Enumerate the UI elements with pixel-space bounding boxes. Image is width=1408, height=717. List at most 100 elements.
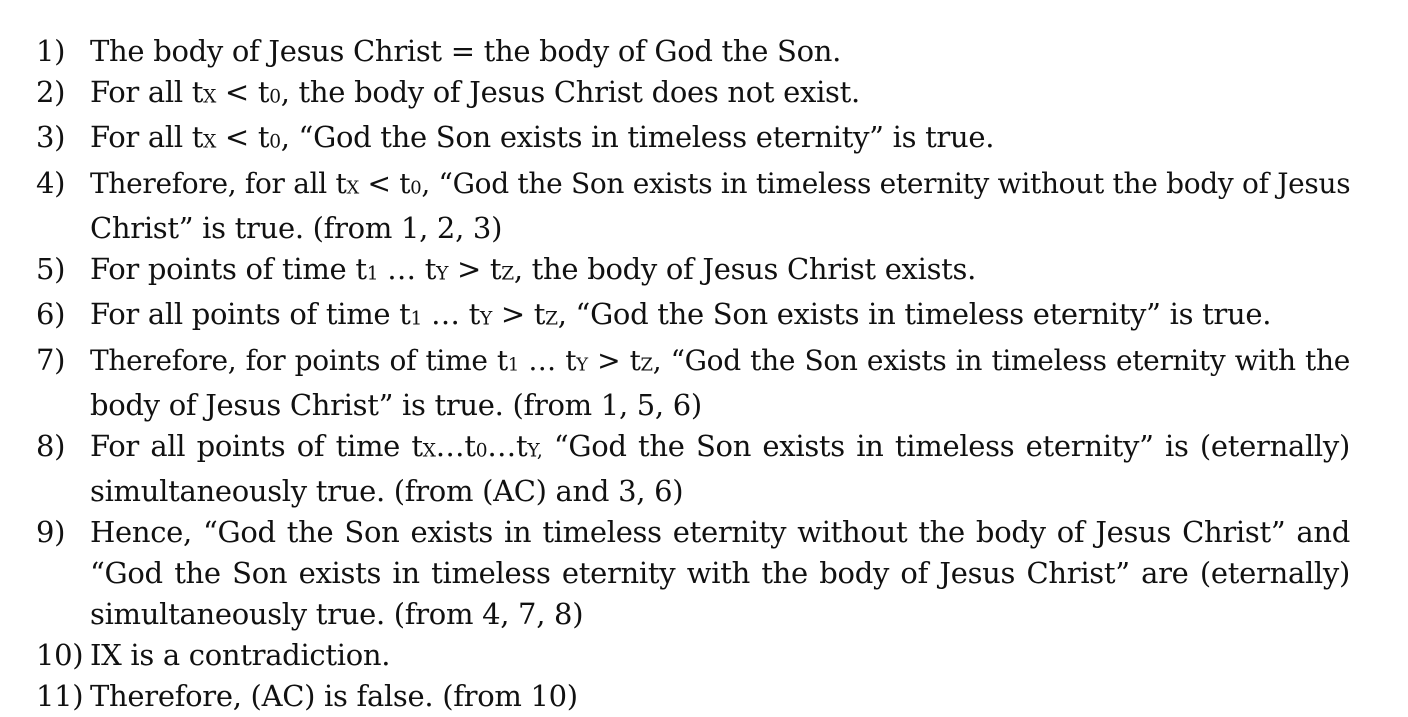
text-line: Christ” is true. (from 1, 2, 3) [90,208,1350,249]
subscript: Z [640,354,653,376]
item-number: 7) [36,342,66,377]
list-item: 11) Therefore, (AC) is false. (from 10) [36,676,1350,717]
text-segment: Hence, “God the Son exists in timeless e… [90,515,1350,550]
item-number: 8) [36,429,66,464]
item-text: Therefore, (AC) is false. (from 10) [90,676,1350,717]
item-number: 9) [36,515,66,550]
subscript: Y [479,308,492,330]
list-item: 6) For all points of time t1 … tY > tZ, “… [36,294,1350,339]
text-segment: , the body of Jesus Christ exists. [513,252,977,287]
text-line: Therefore, (AC) is false. (from 10) [90,676,1350,717]
item-text: Therefore, for all tX < t0, “God the Son… [90,163,1351,249]
list-item: 3) For all tX < t0, “God the Son exists i… [36,117,1350,162]
text-segment: …t [435,429,476,464]
text-line: For points of time t1 … tY > tZ, the bod… [90,249,1350,294]
item-text: The body of Jesus Christ = the body of G… [90,31,1350,72]
text-line: simultaneously true. (from 4, 7, 8) [90,594,1350,635]
text-segment: < t [216,75,270,109]
text-line: simultaneously true. (from (AC) and 3, 6… [90,471,1350,512]
subscript: X [346,177,359,199]
list-item: 5) For points of time t1 … tY > tZ, the b… [36,249,1350,294]
text-line: Therefore, for all tX < t0, “God the Son… [90,163,1351,208]
text-segment: simultaneously true. (from (AC) and 3, 6… [90,474,684,509]
item-text: For all points of time t1 … tY > tZ, “Go… [90,294,1350,339]
subscript: Y [576,354,588,376]
item-text: Hence, “God the Son exists in timeless e… [90,512,1350,635]
text-line: For all tX < t0, “God the Son exists in … [90,117,1350,162]
list-item: 2) For all tX < t0, the body of Jesus Chr… [36,72,1350,117]
text-segment: , “God the Son exists in timeless eterni… [421,166,1351,200]
text-line: The body of Jesus Christ = the body of G… [90,31,1350,72]
subscript: Z [545,308,558,330]
subscript: Y [436,263,449,285]
text-segment: … t [422,297,480,332]
text-segment: For all points of time t [90,297,411,332]
item-number: 3) [36,120,66,155]
subscript: X [422,440,436,462]
list-item: 4) Therefore, for all tX < t0, “God the S… [36,163,1351,249]
text-segment: , “God the Son exists in timeless eterni… [557,297,1272,332]
text-segment: Therefore, for all t [90,166,347,200]
text-segment: > t [491,297,546,332]
list-item: 1) The body of Jesus Christ = the body of… [36,31,1350,72]
item-number: 5) [36,252,66,287]
text-segment: < t [358,166,411,200]
text-segment: IX is a contradiction. [90,638,391,673]
text-segment: For all t [90,75,204,109]
item-text: For points of time t1 … tY > tZ, the bod… [90,249,1350,294]
item-number: 6) [36,297,66,332]
subscript: 0 [410,177,422,199]
subscript: X [203,131,216,153]
text-segment: , “God the Son exists in timeless eterni… [652,343,1351,377]
item-text: For all tX < t0, the body of Jesus Chris… [90,72,1350,117]
text-segment: body of Jesus Christ” is true. (from 1, … [90,388,702,423]
subscript: 1 [410,308,423,330]
text-segment: > t [587,343,641,377]
item-number: 2) [36,75,66,109]
item-text: Therefore, for points of time t1 … tY > … [90,340,1350,426]
text-line: For all points of time tX…t0…tY, “God th… [90,426,1350,471]
text-segment: , the body of Jesus Christ does not exis… [280,75,861,109]
subscript: 1 [366,263,379,285]
item-text: For all points of time tX…t0…tY, “God th… [90,426,1350,512]
subscript: Z [501,263,514,285]
text-segment: “God the Son exists in timeless eternity… [542,429,1350,464]
text-segment: < t [216,120,270,155]
text-line: body of Jesus Christ” is true. (from 1, … [90,385,1350,426]
text-segment: The body of Jesus Christ = the body of G… [90,34,842,68]
item-number: 1) [36,34,66,68]
subscript: X [203,86,216,108]
text-segment: For points of time t [90,252,367,287]
subscript: 0 [475,440,488,462]
item-text: IX is a contradiction. [90,635,1350,676]
text-line: Therefore, for points of time t1 … tY > … [90,340,1350,385]
text-line: IX is a contradiction. [90,635,1350,676]
list-item: 9) Hence, “God the Son exists in timeless… [36,512,1350,635]
text-segment: For all points of time t [90,429,423,464]
text-segment: Therefore, (AC) is false. (from 10) [90,679,578,714]
subscript: 1 [507,354,519,376]
text-line: Hence, “God the Son exists in timeless e… [90,512,1350,553]
item-number: 10) [36,638,84,673]
argument-list: 1) The body of Jesus Christ = the body of… [36,31,1351,717]
text-segment: simultaneously true. (from 4, 7, 8) [90,597,584,632]
item-number: 11) [36,679,84,714]
list-item: 8) For all points of time tX…t0…tY, “God … [36,426,1350,512]
text-line: For all points of time t1 … tY > tZ, “Go… [90,294,1350,339]
text-segment: , “God the Son exists in timeless eterni… [280,120,995,155]
text-segment: … t [518,343,577,377]
text-segment: > t [448,252,502,287]
subscript: 0 [269,131,281,153]
text-line: “God the Son exists in timeless eternity… [90,553,1350,594]
text-segment: Therefore, for points of time t [90,343,508,377]
text-segment: For all t [90,120,204,155]
list-item: 10) IX is a contradiction. [36,635,1350,676]
item-number: 4) [36,165,66,200]
text-segment: “God the Son exists in timeless eternity… [90,556,1350,591]
text-segment: …t [487,429,528,464]
text-line: For all tX < t0, the body of Jesus Chris… [90,72,1350,117]
subscript: Y, [527,440,543,462]
subscript: 0 [269,86,281,108]
text-segment: Christ” is true. (from 1, 2, 3) [90,211,503,246]
list-item: 7) Therefore, for points of time t1 … tY … [36,340,1350,426]
